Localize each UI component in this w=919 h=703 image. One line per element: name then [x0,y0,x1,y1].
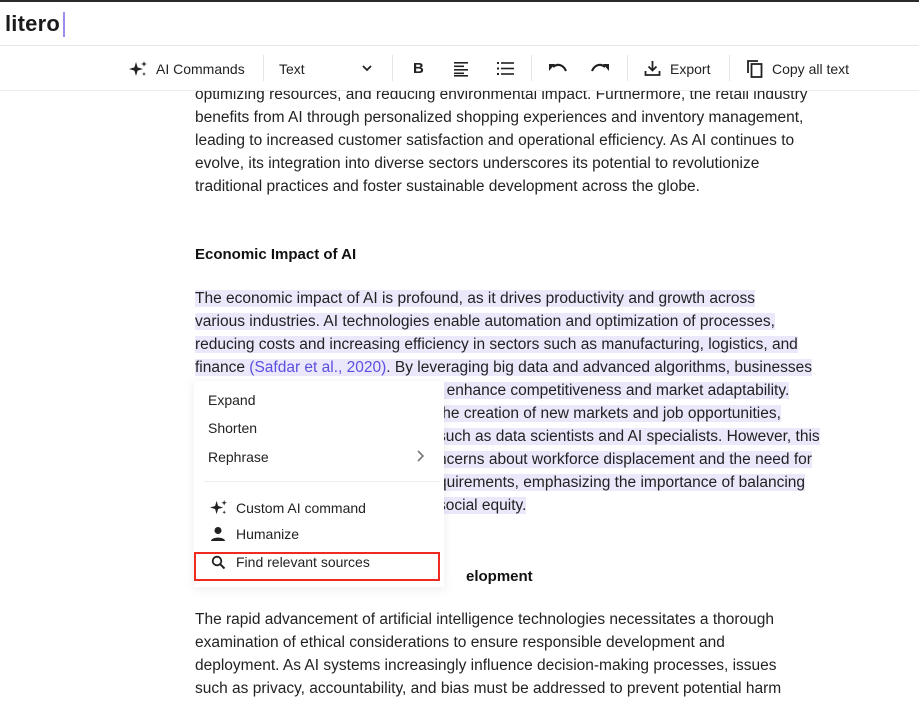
menu-item-custom-ai-command[interactable]: Custom AI command [208,499,366,516]
selected-paragraph-visible-tail: : enhance competitiveness and market ada… [438,379,878,517]
menu-item-expand[interactable]: Expand [208,392,255,408]
menu-item-label: Shorten [208,420,258,436]
text-line: : enhance competitiveness and market ada… [438,382,790,399]
text-caret [63,12,65,37]
editor-toolbar: AI Commands Text B Export Copy all text [0,47,919,91]
text-line: The rapid advancement of artificial inte… [195,611,775,628]
text-line: The economic impact of AI is profound, a… [195,290,755,307]
chevron-down-icon [361,63,373,73]
text-line: such as data scientists and AI specialis… [438,428,820,445]
menu-item-rephrase[interactable]: Rephrase [208,449,432,465]
menu-item-label: Humanize [236,526,300,542]
paragraph-intro: optimizing resources, and reducing envir… [195,91,875,198]
text-segment: . By leveraging big data and advanced al… [386,359,812,376]
bold-button[interactable]: B [413,47,424,90]
menu-item-humanize[interactable]: Humanize [208,526,299,542]
export-button[interactable]: Export [644,47,710,90]
toolbar-divider [627,55,628,81]
text-line: deployment. As AI systems increasingly i… [195,657,777,674]
text-line: leading to increased customer satisfacti… [195,132,795,149]
app-header: litero [0,2,919,46]
paragraph-ethics: The rapid advancement of artificial inte… [195,608,875,700]
text-line: benefits from AI through personalized sh… [195,109,804,126]
text-line: examination of ethical considerations to… [195,634,725,651]
download-icon [644,60,661,77]
sparkle-icon [128,60,148,78]
text-line: quirements, emphasizing the importance o… [438,474,806,491]
toolbar-divider [263,55,264,81]
toolbar-divider [531,55,532,81]
text-line: reducing costs and increasing efficiency… [195,336,798,353]
toolbar-divider [729,55,730,81]
copy-label: Copy all text [772,60,850,77]
text-line: traditional practices and foster sustain… [195,178,700,195]
ai-context-menu: Expand Shorten Rephrase Custom AI comman… [194,381,444,587]
document-editor[interactable]: optimizing resources, and reducing envir… [0,91,919,703]
undo-button[interactable] [548,47,568,90]
toolbar-divider [392,55,393,81]
person-icon [208,526,228,542]
text-segment: finance [195,359,250,376]
selected-paragraph[interactable]: The economic impact of AI is profound, a… [195,287,875,379]
ai-commands-button[interactable]: AI Commands [128,47,245,90]
align-button[interactable] [453,47,469,90]
menu-item-shorten[interactable]: Shorten [208,420,257,436]
chevron-right-icon [416,449,426,466]
menu-item-label: Custom AI command [236,499,366,516]
menu-item-label: Expand [208,392,256,408]
app-logo: litero [5,11,60,36]
align-left-icon [453,61,469,77]
copy-all-text-button[interactable]: Copy all text [746,47,849,90]
copy-icon [746,59,763,78]
export-label: Export [670,60,711,77]
text-line: various industries. AI technologies enab… [195,313,775,330]
menu-item-label: Find relevant sources [236,554,370,570]
search-icon [208,555,228,570]
text-line: social equity. [438,497,527,514]
text-style-value: Text [279,60,305,77]
text-line: evolve, its integration into diverse sec… [195,155,760,172]
bullet-list-button[interactable] [497,47,514,90]
text-line: such as privacy, accountability, and bia… [195,680,782,697]
section-heading-partial: elopment [466,568,533,585]
section-heading: Economic Impact of AI [195,246,357,263]
sparkle-icon [208,499,228,516]
menu-item-label: Rephrase [208,449,269,465]
redo-button[interactable] [590,47,610,90]
bullet-list-icon [497,61,514,76]
ai-commands-label: AI Commands [156,60,245,77]
text-line: optimizing resources, and reducing envir… [195,91,808,103]
undo-icon [548,62,568,76]
menu-item-find-relevant-sources[interactable]: Find relevant sources [208,554,370,570]
redo-icon [590,62,610,76]
menu-divider [204,481,440,482]
bold-icon: B [413,60,424,77]
text-line: the creation of new markets and job oppo… [438,405,781,422]
citation-link[interactable]: (Safdar et al., 2020) [249,359,386,376]
text-style-select[interactable]: Text [279,47,375,90]
text-line: ncerns about workforce displacement and … [438,451,812,468]
